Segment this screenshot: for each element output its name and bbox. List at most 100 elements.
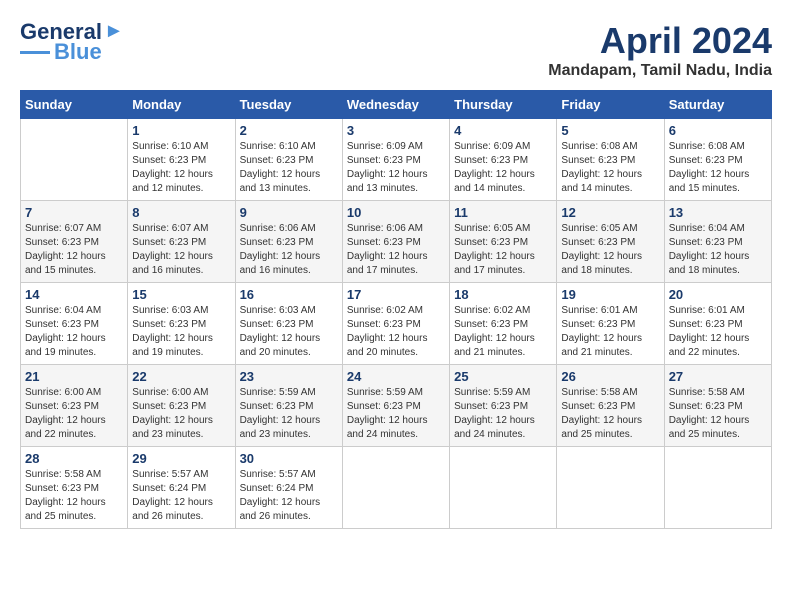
calendar-table: SundayMondayTuesdayWednesdayThursdayFrid…	[20, 90, 772, 529]
column-header-monday: Monday	[128, 91, 235, 119]
calendar-cell: 27 Sunrise: 5:58 AM Sunset: 6:23 PM Dayli…	[664, 365, 771, 447]
day-info: Sunrise: 6:03 AM Sunset: 6:23 PM Dayligh…	[240, 304, 338, 360]
day-number: 18	[454, 287, 552, 302]
calendar-cell: 24 Sunrise: 5:59 AM Sunset: 6:23 PM Dayli…	[342, 365, 449, 447]
calendar-cell: 23Sunrise: 5:59 AM Sunset: 6:23 PM Dayli…	[235, 365, 342, 447]
calendar-week-row: 1 Sunrise: 6:10 AM Sunset: 6:23 PM Daylig…	[21, 119, 772, 201]
calendar-cell: 12 Sunrise: 6:05 AM Sunset: 6:23 PM Dayli…	[557, 201, 664, 283]
calendar-cell: 2 Sunrise: 6:10 AM Sunset: 6:23 PM Daylig…	[235, 119, 342, 201]
location-title: Mandapam, Tamil Nadu, India	[548, 62, 772, 80]
title-block: April 2024 Mandapam, Tamil Nadu, India	[548, 20, 772, 80]
day-number: 4	[454, 123, 552, 138]
calendar-cell: 21 Sunrise: 6:00 AM Sunset: 6:23 PM Dayli…	[21, 365, 128, 447]
calendar-cell: 18 Sunrise: 6:02 AM Sunset: 6:23 PM Dayli…	[450, 283, 557, 365]
day-number: 9	[240, 205, 338, 220]
day-info: Sunrise: 6:00 AM Sunset: 6:23 PM Dayligh…	[132, 386, 230, 442]
calendar-cell: 4 Sunrise: 6:09 AM Sunset: 6:23 PM Daylig…	[450, 119, 557, 201]
calendar-cell: 15 Sunrise: 6:03 AM Sunset: 6:23 PM Dayli…	[128, 283, 235, 365]
day-info: Sunrise: 5:58 AM Sunset: 6:23 PM Dayligh…	[669, 386, 767, 442]
day-info: Sunrise: 5:57 AM Sunset: 6:24 PM Dayligh…	[132, 468, 230, 524]
day-info: Sunrise: 5:58 AM Sunset: 6:23 PM Dayligh…	[25, 468, 123, 524]
day-number: 3	[347, 123, 445, 138]
day-info: Sunrise: 6:05 AM Sunset: 6:23 PM Dayligh…	[454, 222, 552, 278]
day-number: 7	[25, 205, 123, 220]
calendar-week-row: 28 Sunrise: 5:58 AM Sunset: 6:23 PM Dayli…	[21, 447, 772, 529]
calendar-cell: 6 Sunrise: 6:08 AM Sunset: 6:23 PM Daylig…	[664, 119, 771, 201]
calendar-header-row: SundayMondayTuesdayWednesdayThursdayFrid…	[21, 91, 772, 119]
day-number: 26	[561, 369, 659, 384]
calendar-cell: 25Sunrise: 5:59 AM Sunset: 6:23 PM Dayli…	[450, 365, 557, 447]
calendar-cell: 26Sunrise: 5:58 AM Sunset: 6:23 PM Dayli…	[557, 365, 664, 447]
day-number: 24	[347, 369, 445, 384]
calendar-cell: 7 Sunrise: 6:07 AM Sunset: 6:23 PM Daylig…	[21, 201, 128, 283]
calendar-cell: 28 Sunrise: 5:58 AM Sunset: 6:23 PM Dayli…	[21, 447, 128, 529]
day-number: 14	[25, 287, 123, 302]
day-info: Sunrise: 6:06 AM Sunset: 6:23 PM Dayligh…	[347, 222, 445, 278]
calendar-cell: 9 Sunrise: 6:06 AM Sunset: 6:23 PM Daylig…	[235, 201, 342, 283]
column-header-saturday: Saturday	[664, 91, 771, 119]
calendar-cell: 3 Sunrise: 6:09 AM Sunset: 6:23 PM Daylig…	[342, 119, 449, 201]
day-number: 2	[240, 123, 338, 138]
calendar-cell: 19 Sunrise: 6:01 AM Sunset: 6:23 PM Dayli…	[557, 283, 664, 365]
day-number: 22	[132, 369, 230, 384]
day-number: 20	[669, 287, 767, 302]
day-info: Sunrise: 5:59 AM Sunset: 6:23 PM Dayligh…	[347, 386, 445, 442]
day-number: 1	[132, 123, 230, 138]
day-number: 5	[561, 123, 659, 138]
calendar-cell: 8 Sunrise: 6:07 AM Sunset: 6:23 PM Daylig…	[128, 201, 235, 283]
day-info: Sunrise: 6:00 AM Sunset: 6:23 PM Dayligh…	[25, 386, 123, 442]
day-number: 17	[347, 287, 445, 302]
day-number: 29	[132, 451, 230, 466]
calendar-cell: 16 Sunrise: 6:03 AM Sunset: 6:23 PM Dayli…	[235, 283, 342, 365]
day-info: Sunrise: 6:05 AM Sunset: 6:23 PM Dayligh…	[561, 222, 659, 278]
day-info: Sunrise: 6:04 AM Sunset: 6:23 PM Dayligh…	[25, 304, 123, 360]
day-info: Sunrise: 6:06 AM Sunset: 6:23 PM Dayligh…	[240, 222, 338, 278]
day-number: 15	[132, 287, 230, 302]
day-number: 8	[132, 205, 230, 220]
day-info: Sunrise: 6:01 AM Sunset: 6:23 PM Dayligh…	[669, 304, 767, 360]
calendar-cell: 20 Sunrise: 6:01 AM Sunset: 6:23 PM Dayli…	[664, 283, 771, 365]
day-info: Sunrise: 6:01 AM Sunset: 6:23 PM Dayligh…	[561, 304, 659, 360]
calendar-cell: 1 Sunrise: 6:10 AM Sunset: 6:23 PM Daylig…	[128, 119, 235, 201]
day-info: Sunrise: 6:09 AM Sunset: 6:23 PM Dayligh…	[454, 140, 552, 196]
day-number: 10	[347, 205, 445, 220]
day-number: 16	[240, 287, 338, 302]
page-header: General ► Blue April 2024 Mandapam, Tami…	[20, 20, 772, 80]
calendar-cell	[342, 447, 449, 529]
calendar-cell: 17Sunrise: 6:02 AM Sunset: 6:23 PM Dayli…	[342, 283, 449, 365]
calendar-week-row: 7 Sunrise: 6:07 AM Sunset: 6:23 PM Daylig…	[21, 201, 772, 283]
calendar-cell	[21, 119, 128, 201]
calendar-cell: 13Sunrise: 6:04 AM Sunset: 6:23 PM Dayli…	[664, 201, 771, 283]
day-info: Sunrise: 6:08 AM Sunset: 6:23 PM Dayligh…	[669, 140, 767, 196]
calendar-week-row: 21 Sunrise: 6:00 AM Sunset: 6:23 PM Dayli…	[21, 365, 772, 447]
day-info: Sunrise: 6:10 AM Sunset: 6:23 PM Dayligh…	[240, 140, 338, 196]
day-info: Sunrise: 6:07 AM Sunset: 6:23 PM Dayligh…	[25, 222, 123, 278]
day-number: 13	[669, 205, 767, 220]
calendar-cell: 11 Sunrise: 6:05 AM Sunset: 6:23 PM Dayli…	[450, 201, 557, 283]
day-number: 28	[25, 451, 123, 466]
day-info: Sunrise: 6:08 AM Sunset: 6:23 PM Dayligh…	[561, 140, 659, 196]
calendar-cell: 10 Sunrise: 6:06 AM Sunset: 6:23 PM Dayli…	[342, 201, 449, 283]
column-header-friday: Friday	[557, 91, 664, 119]
day-info: Sunrise: 6:10 AM Sunset: 6:23 PM Dayligh…	[132, 140, 230, 196]
day-number: 11	[454, 205, 552, 220]
calendar-cell: 5 Sunrise: 6:08 AM Sunset: 6:23 PM Daylig…	[557, 119, 664, 201]
calendar-cell: 29 Sunrise: 5:57 AM Sunset: 6:24 PM Dayli…	[128, 447, 235, 529]
day-info: Sunrise: 6:02 AM Sunset: 6:23 PM Dayligh…	[454, 304, 552, 360]
day-info: Sunrise: 5:57 AM Sunset: 6:24 PM Dayligh…	[240, 468, 338, 524]
day-info: Sunrise: 6:09 AM Sunset: 6:23 PM Dayligh…	[347, 140, 445, 196]
day-info: Sunrise: 5:59 AM Sunset: 6:23 PM Dayligh…	[240, 386, 338, 442]
column-header-wednesday: Wednesday	[342, 91, 449, 119]
day-info: Sunrise: 6:03 AM Sunset: 6:23 PM Dayligh…	[132, 304, 230, 360]
day-info: Sunrise: 5:59 AM Sunset: 6:23 PM Dayligh…	[454, 386, 552, 442]
day-number: 12	[561, 205, 659, 220]
calendar-week-row: 14 Sunrise: 6:04 AM Sunset: 6:23 PM Dayli…	[21, 283, 772, 365]
day-number: 19	[561, 287, 659, 302]
calendar-cell: 22 Sunrise: 6:00 AM Sunset: 6:23 PM Dayli…	[128, 365, 235, 447]
calendar-cell: 30Sunrise: 5:57 AM Sunset: 6:24 PM Dayli…	[235, 447, 342, 529]
day-number: 21	[25, 369, 123, 384]
month-title: April 2024	[548, 20, 772, 62]
day-number: 6	[669, 123, 767, 138]
day-info: Sunrise: 6:07 AM Sunset: 6:23 PM Dayligh…	[132, 222, 230, 278]
day-number: 27	[669, 369, 767, 384]
